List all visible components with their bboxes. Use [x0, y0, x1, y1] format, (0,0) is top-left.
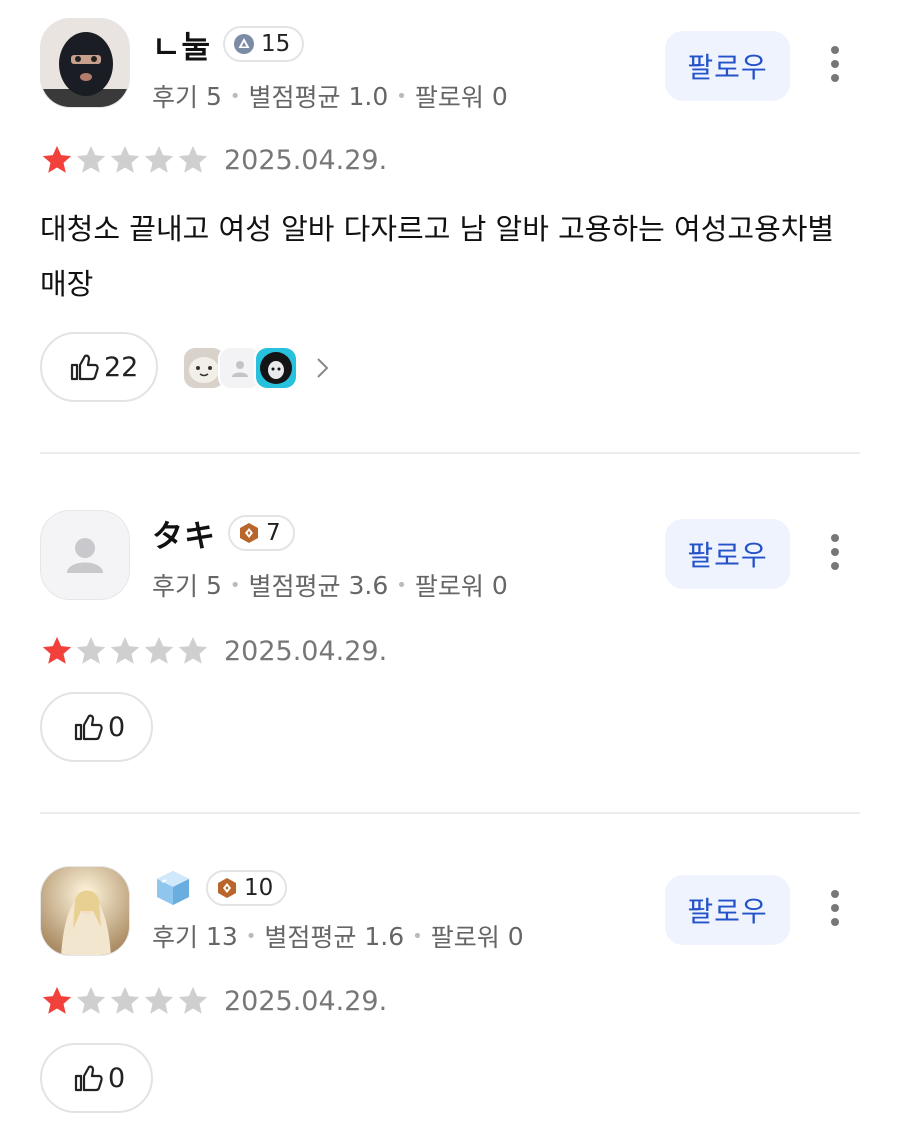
level-badge: 15 [223, 26, 305, 62]
avg-rating-label: 별점평균 [248, 572, 341, 601]
more-options-icon[interactable] [826, 46, 844, 90]
review-date: 2025.04.29. [224, 985, 388, 1017]
star-icon [42, 145, 72, 173]
avg-rating-label: 별점평균 [264, 923, 357, 952]
level-badge: 10 [206, 870, 288, 906]
rating-row: 2025.04.29. [40, 143, 387, 177]
level-number: 10 [244, 875, 274, 901]
follower-count: 0 [491, 570, 508, 600]
review-count-label: 후기 [152, 923, 199, 952]
avg-rating: 1.0 [348, 81, 389, 111]
follow-button[interactable]: 팔로우 [665, 31, 790, 101]
star-icon [110, 145, 140, 173]
follower-count: 0 [491, 81, 508, 111]
avg-rating: 3.6 [348, 570, 389, 600]
separator: • [229, 85, 241, 107]
like-button[interactable]: 0 [40, 692, 154, 762]
more-options-icon[interactable] [826, 534, 844, 578]
star-icon [76, 636, 106, 664]
like-button[interactable]: 0 [40, 1043, 154, 1113]
username[interactable]: タキ [152, 511, 216, 556]
avg-rating-label: 별점평균 [248, 83, 341, 112]
masked-person-avatar-icon [41, 19, 129, 107]
thumbs-up-icon [74, 1065, 103, 1092]
review-count-label: 후기 [152, 572, 199, 601]
angel-artwork-avatar-icon [41, 867, 129, 955]
user-stats: 후기 5 • 별점평균 1.0 • 팔로워 0 [152, 78, 508, 114]
thumbs-up-icon [74, 714, 103, 741]
star-icon [178, 986, 208, 1014]
review-count: 5 [205, 81, 222, 111]
star-icon [42, 636, 72, 664]
like-count: 22 [104, 351, 139, 383]
level-number: 15 [261, 31, 291, 57]
triangle-badge-icon [234, 34, 255, 54]
review-count: 13 [205, 921, 238, 951]
ice-cube-icon [157, 871, 189, 905]
followers-label: 팔로워 [430, 923, 500, 952]
followers-label: 팔로워 [414, 83, 484, 112]
like-count: 0 [108, 711, 126, 743]
star-icon [110, 636, 140, 664]
star-icon [76, 145, 106, 173]
follow-button[interactable]: 팔로우 [665, 875, 790, 945]
star-rating [40, 143, 210, 177]
star-icon [110, 986, 140, 1014]
user-info: タキ 7 [152, 511, 295, 555]
level-badge: 7 [228, 515, 295, 551]
star-icon [42, 986, 72, 1014]
bronze-hex-badge-icon [240, 523, 258, 543]
review-count: 5 [205, 570, 222, 600]
separator: • [396, 574, 407, 596]
bronze-hex-badge-icon [218, 878, 236, 898]
star-icon [178, 636, 208, 664]
divider [40, 812, 860, 814]
rating-row: 2025.04.29. [40, 634, 387, 668]
review-date: 2025.04.29. [224, 144, 388, 176]
liker-avatars[interactable] [182, 346, 338, 390]
chevron-right-icon[interactable] [308, 353, 338, 383]
divider [40, 452, 860, 454]
separator: • [229, 574, 241, 596]
thumbs-up-icon [70, 354, 99, 381]
review-count-label: 후기 [152, 83, 199, 112]
user-info: 10 [152, 866, 288, 910]
user-info: ㄴ눌 15 [152, 22, 305, 67]
star-icon [76, 986, 106, 1014]
more-options-icon[interactable] [826, 890, 844, 934]
username[interactable]: ㄴ눌 [152, 22, 211, 67]
user-stats: 후기 5 • 별점평균 3.6 • 팔로워 0 [152, 567, 508, 603]
followers-label: 팔로워 [414, 572, 484, 601]
star-icon [178, 145, 208, 173]
avatar[interactable] [40, 510, 130, 600]
review-text: 대청소 끝내고 여성 알바 다자르고 남 알바 고용하는 여성고용차별 매장 [40, 212, 835, 301]
avatar[interactable] [40, 866, 130, 956]
default-avatar-icon [41, 511, 129, 599]
like-count: 0 [108, 1062, 126, 1094]
user-stats: 후기 13 • 별점평균 1.6 • 팔로워 0 [152, 918, 524, 954]
separator: • [245, 925, 257, 947]
follower-count: 0 [507, 921, 524, 951]
separator: • [412, 925, 423, 947]
like-button[interactable]: 22 [40, 332, 159, 402]
star-rating [40, 634, 210, 668]
rating-row: 2025.04.29. [40, 984, 387, 1018]
review-date: 2025.04.29. [224, 635, 388, 667]
follow-button[interactable]: 팔로우 [665, 519, 790, 589]
star-rating [40, 984, 210, 1018]
star-icon [144, 636, 174, 664]
star-icon [144, 986, 174, 1014]
separator: • [396, 85, 407, 107]
anime-avatar [254, 346, 298, 390]
avg-rating: 1.6 [364, 921, 405, 951]
level-number: 7 [266, 520, 281, 546]
avatar[interactable] [40, 18, 130, 108]
star-icon [144, 145, 174, 173]
